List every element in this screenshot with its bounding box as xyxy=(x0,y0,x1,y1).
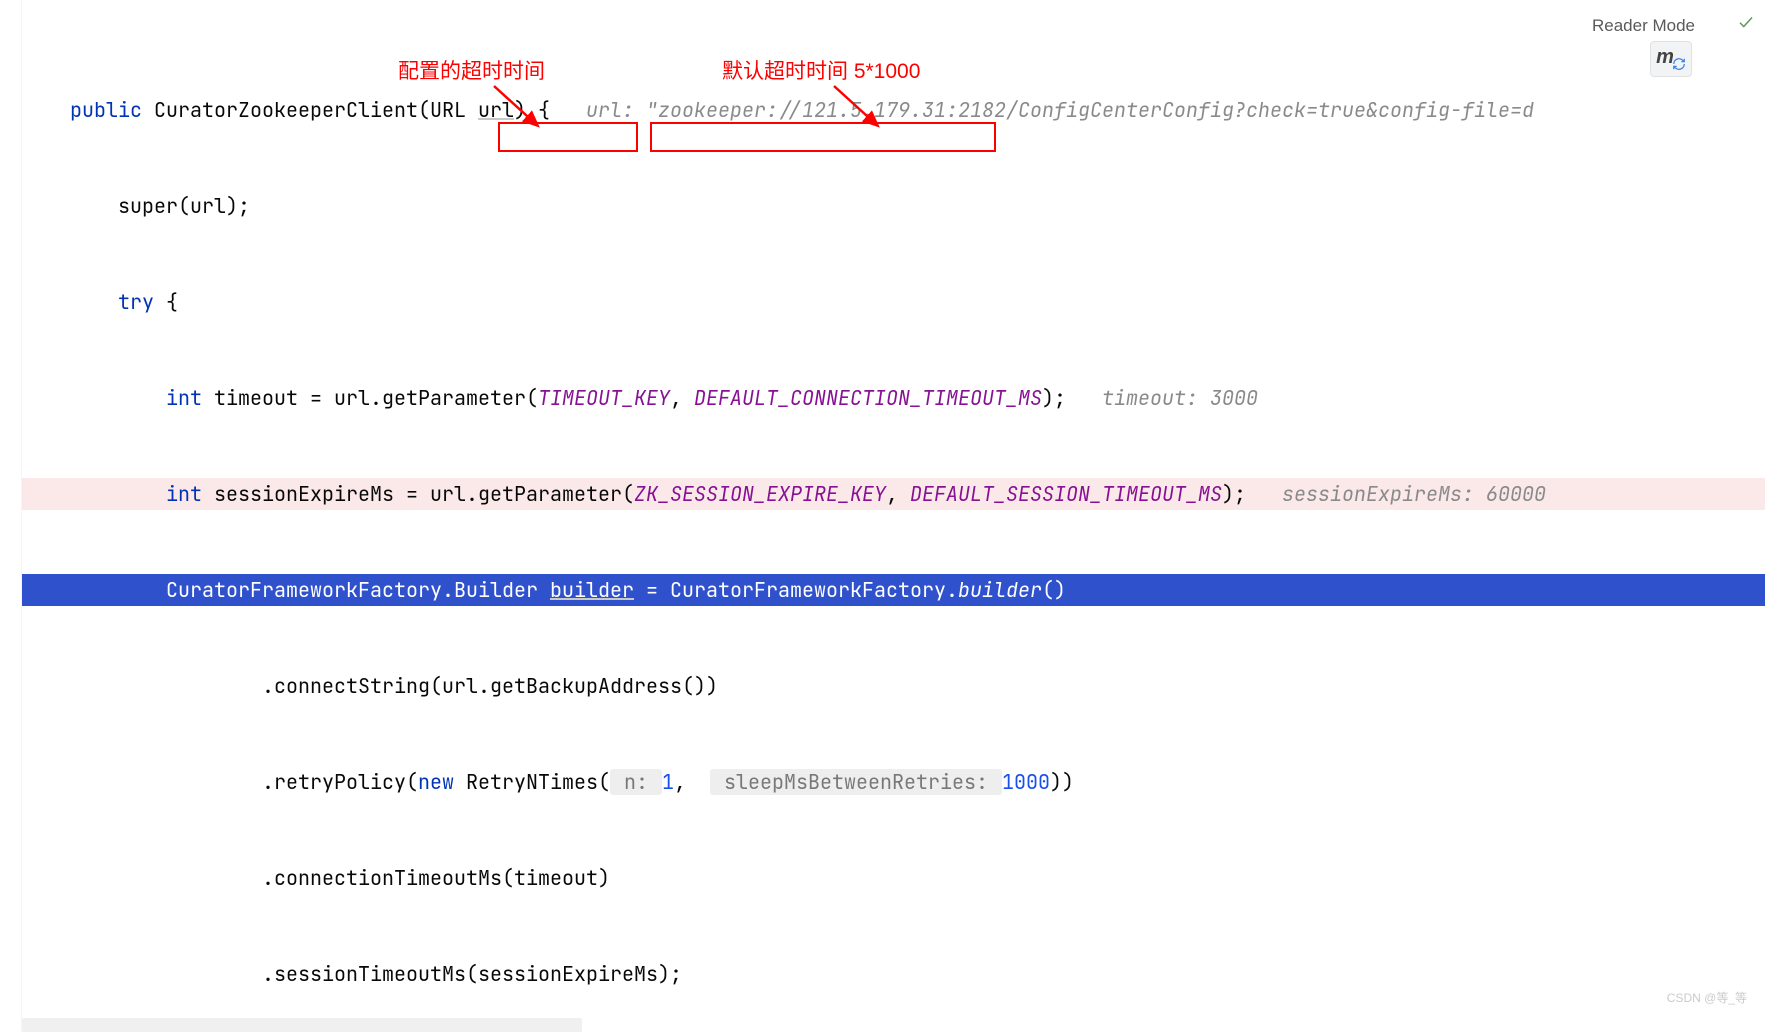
code-line: .connectString(url.getBackupAddress()) xyxy=(22,670,1765,702)
code-editor[interactable]: public CuratorZookeeperClient(URL url) {… xyxy=(22,30,1765,1032)
check-icon xyxy=(1737,8,1755,26)
param-hint: sleepMsBetweenRetries: xyxy=(710,769,1002,795)
selected-line: CuratorFrameworkFactory.Builder builder … xyxy=(22,574,1765,606)
inlay-hint: url: "zookeeper://121.5.179.31:2182/Conf… xyxy=(586,97,1534,123)
highlight-box-timeout-key xyxy=(498,122,638,152)
code-line: int timeout = url.getParameter(TIMEOUT_K… xyxy=(22,382,1765,414)
horizontal-scrollbar[interactable] xyxy=(22,1018,582,1032)
editor-gutter xyxy=(0,0,22,1032)
code-line: .retryPolicy(new RetryNTimes( n: 1, slee… xyxy=(22,766,1765,798)
csdn-watermark: CSDN @等_等 xyxy=(1667,982,1747,1014)
code-line: try { xyxy=(22,286,1765,318)
annotation-right: 默认超时时间 5*1000 xyxy=(722,56,920,88)
inlay-hint: timeout: 3000 xyxy=(1102,385,1258,411)
inlay-hint: sessionExpireMs: 60000 xyxy=(1282,481,1546,507)
code-line: .sessionTimeoutMs(sessionExpireMs); xyxy=(22,958,1765,990)
code-line: super(url); xyxy=(22,190,1765,222)
code-line: int sessionExpireMs = url.getParameter(Z… xyxy=(22,478,1765,510)
code-line: .connectionTimeoutMs(timeout) xyxy=(22,862,1765,894)
param-hint: n: xyxy=(610,769,662,795)
highlight-box-default-timeout xyxy=(650,122,996,152)
